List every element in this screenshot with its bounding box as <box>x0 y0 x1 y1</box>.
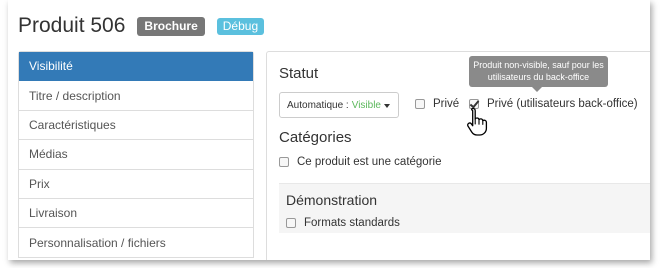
prive-checkbox[interactable]: Privé <box>415 98 459 110</box>
is-category-checkbox[interactable]: Ce produit est une catégorie <box>279 156 441 168</box>
sidebar-item-medias[interactable]: Médias <box>19 140 253 170</box>
sidebar-item-titre-description[interactable]: Titre / description <box>19 81 253 111</box>
sidebar-item-livraison[interactable]: Livraison <box>19 198 253 229</box>
statut-title: Statut <box>279 65 319 82</box>
categories-title: Catégories <box>279 129 352 146</box>
formats-standards-checkbox-label: Formats standards <box>304 217 400 229</box>
product-editor-window: Produit 506 Brochure Débug Visibilité Ti… <box>8 0 650 260</box>
sidebar-item-caracteristiques[interactable]: Caractéristiques <box>19 110 253 141</box>
caret-down-icon <box>384 104 390 108</box>
prive-checkbox-label: Privé <box>433 98 460 110</box>
tooltip-line-2: utilisateurs du back-office <box>487 72 590 82</box>
tooltip-line-1: Produit non-visible, sauf pour les <box>473 60 604 70</box>
formats-standards-checkbox-box[interactable] <box>286 218 296 228</box>
is-category-checkbox-box[interactable] <box>279 157 289 167</box>
sidebar-item-prix[interactable]: Prix <box>19 169 253 199</box>
prive-backoffice-checkbox[interactable]: Privé (utilisateurs back-office) <box>469 98 638 110</box>
sidebar-item-visibilite[interactable]: Visibilité <box>19 52 253 82</box>
formats-standards-checkbox[interactable]: Formats standards <box>286 217 400 229</box>
hand-pointer-icon <box>467 107 488 136</box>
demonstration-title: Démonstration <box>286 192 378 208</box>
demonstration-section: Démonstration Formats standards <box>279 183 650 233</box>
is-category-checkbox-label: Ce produit est une catégorie <box>297 156 442 168</box>
private-backoffice-tooltip: Produit non-visible, sauf pour les utili… <box>469 56 608 92</box>
prive-backoffice-checkbox-label: Privé (utilisateurs back-office) <box>487 98 638 110</box>
sidebar-item-personnalisation[interactable]: Personnalisation / fichiers <box>19 228 253 258</box>
sidebar-nav: Visibilité Titre / description Caractéri… <box>18 51 254 258</box>
status-dropdown-label: Automatique : <box>287 99 349 111</box>
page-header: Produit 506 Brochure Débug <box>18 14 265 38</box>
status-dropdown[interactable]: Automatique : Visible <box>279 92 399 118</box>
brochure-badge[interactable]: Brochure <box>137 16 205 36</box>
prive-checkbox-box[interactable] <box>415 99 425 109</box>
debug-badge[interactable]: Débug <box>216 17 265 35</box>
page-title: Produit 506 <box>18 14 126 37</box>
status-dropdown-value: Visible <box>351 99 381 111</box>
